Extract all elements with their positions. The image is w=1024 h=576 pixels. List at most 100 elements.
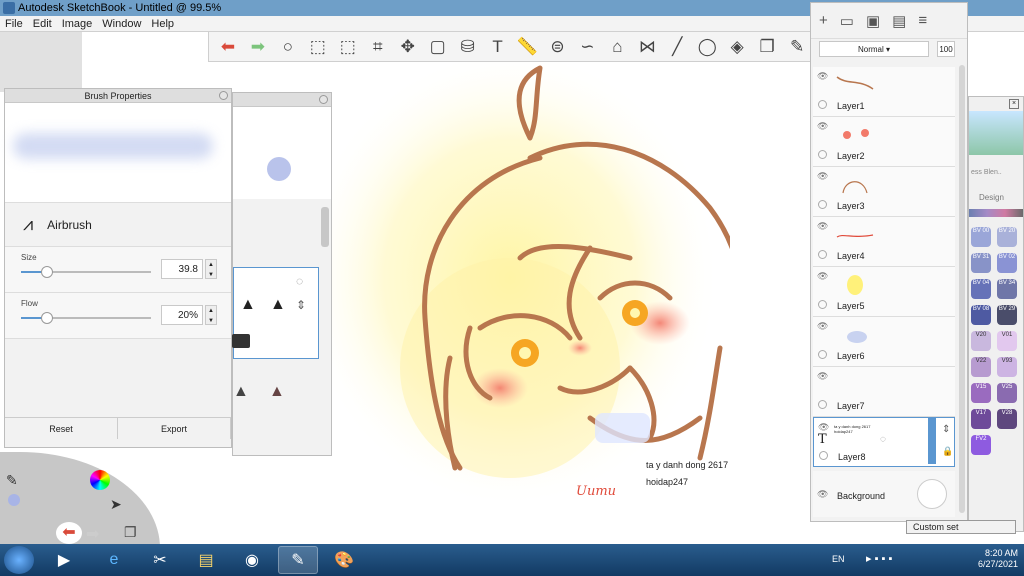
undo-icon[interactable]: ⬅ <box>56 522 82 544</box>
copic-swatch[interactable]: BV 31 <box>971 253 991 273</box>
copic-swatch[interactable]: V15 <box>971 383 991 403</box>
select-tool-icon[interactable]: ➤ <box>110 496 122 513</box>
layer-item[interactable]: 👁 Layer2 <box>813 117 955 167</box>
close-icon[interactable]: × <box>1009 99 1019 109</box>
add-layer-icon[interactable]: + <box>819 12 828 29</box>
circle-icon[interactable]: ◯ <box>694 34 720 60</box>
copic-swatch[interactable]: BV 04 <box>971 279 991 299</box>
chrome-icon[interactable]: ◉ <box>232 546 272 574</box>
copic-swatch[interactable]: BV 29 <box>997 305 1017 325</box>
size-slider-knob[interactable] <box>41 266 53 278</box>
distort-icon[interactable]: ▢ <box>425 34 451 60</box>
size-stepper[interactable]: ▲ ▼ <box>205 259 217 279</box>
size-slider[interactable] <box>21 266 151 278</box>
eye-icon[interactable]: 👁 <box>817 121 828 132</box>
sort-icon[interactable]: ⇕ <box>296 298 306 312</box>
zoom-icon[interactable]: ○ <box>275 34 301 60</box>
french-curve-icon[interactable]: ∽ <box>574 34 600 60</box>
crop-icon[interactable]: ⌗ <box>365 34 391 60</box>
flow-slider[interactable] <box>21 312 151 324</box>
flow-field[interactable]: 20% <box>161 305 203 325</box>
start-button[interactable] <box>4 546 34 574</box>
copic-swatch[interactable]: V25 <box>997 383 1017 403</box>
add-group-icon[interactable]: ▭ <box>840 12 854 30</box>
symmetry-icon[interactable]: ⋈ <box>634 34 660 60</box>
eye-icon[interactable]: 👁 <box>817 221 828 232</box>
layer-item[interactable]: 👁 Layer6 <box>813 317 955 367</box>
custom-set-button[interactable]: Custom set <box>906 520 1016 534</box>
eye-icon[interactable]: 👁 <box>817 271 828 282</box>
move-icon[interactable]: ⇕ <box>942 424 950 435</box>
close-icon[interactable] <box>319 95 328 104</box>
copic-swatch[interactable]: V93 <box>997 357 1017 377</box>
undo-icon[interactable]: ⬅ <box>215 34 241 60</box>
flow-stepper[interactable]: ▲ ▼ <box>205 305 217 325</box>
scrollbar[interactable] <box>321 207 329 247</box>
redo-icon[interactable]: ➡ <box>86 524 99 544</box>
layer-radio[interactable] <box>818 400 827 409</box>
transform-icon[interactable]: ✥ <box>395 34 421 60</box>
ruler-icon[interactable]: 📏 <box>515 34 541 60</box>
menu-window[interactable]: Window <box>97 18 146 30</box>
fill-bucket-icon[interactable]: ⛁ <box>455 34 481 60</box>
layer-radio[interactable] <box>818 100 827 109</box>
line-icon[interactable]: ╱ <box>664 34 690 60</box>
copic-swatch[interactable]: V28 <box>997 409 1017 429</box>
copic-swatch[interactable]: V17 <box>971 409 991 429</box>
brush-set-selected[interactable]: ▲ ▲ ◌ ⇕ <box>232 267 319 359</box>
perspective-icon[interactable]: ⌂ <box>604 34 630 60</box>
eye-icon[interactable]: 👁 <box>817 171 828 182</box>
redo-icon[interactable]: ➡ <box>245 34 271 60</box>
menu-icon[interactable]: ≡ <box>918 12 927 29</box>
layer-radio[interactable] <box>818 350 827 359</box>
close-icon[interactable] <box>219 91 228 100</box>
brush-icon[interactable]: ✎ <box>784 34 810 60</box>
color-strip[interactable] <box>969 209 1023 217</box>
eye-icon[interactable]: 👁 <box>817 489 828 500</box>
copic-swatch[interactable]: BV 08 <box>971 305 991 325</box>
copic-swatch[interactable]: V22 <box>971 357 991 377</box>
eye-icon[interactable]: 👁 <box>817 71 828 82</box>
eye-icon[interactable]: 👁 <box>817 371 828 382</box>
layer-radio[interactable] <box>818 200 827 209</box>
layer-item[interactable]: 👁 Layer4 <box>813 217 955 267</box>
brush-tool-icon[interactable]: ▲ <box>233 383 249 401</box>
layer-item[interactable]: 👁 Layer3 <box>813 167 955 217</box>
menu-help[interactable]: Help <box>146 18 179 30</box>
ellipse-guide-icon[interactable]: ⊜ <box>544 34 570 60</box>
color-swatch[interactable] <box>8 494 20 506</box>
layers-icon[interactable]: ❐ <box>124 524 137 541</box>
copic-swatch[interactable]: BV 00 <box>971 227 991 247</box>
menu-file[interactable]: File <box>0 18 28 30</box>
scrollbar[interactable] <box>959 65 965 513</box>
lasso-select-icon[interactable]: ⬚ <box>335 34 361 60</box>
sketchbook-icon[interactable]: ✎ <box>278 546 318 574</box>
color-wheel-icon[interactable] <box>90 470 110 490</box>
add-image-icon[interactable]: ▣ <box>866 12 880 30</box>
snipping-tool-icon[interactable]: ✂ <box>140 546 180 574</box>
select-icon[interactable]: ⬚ <box>305 34 331 60</box>
file-explorer-icon[interactable]: ▤ <box>186 546 226 574</box>
layer-radio[interactable] <box>818 300 827 309</box>
language-indicator[interactable]: EN <box>832 554 845 564</box>
brush-tool-icon[interactable]: ▲ <box>269 383 285 401</box>
copic-swatch[interactable]: BV 02 <box>997 253 1017 273</box>
pen-brush-icon[interactable]: ▲ <box>240 296 256 314</box>
blend-mode-dropdown[interactable]: Normal ▾ <box>819 41 929 57</box>
shapes-icon[interactable]: ◈ <box>724 34 750 60</box>
layer-item[interactable]: 👁 Layer1 <box>813 67 955 117</box>
opacity-field[interactable]: 100 <box>937 41 955 57</box>
text-icon[interactable]: T <box>485 34 511 60</box>
marker-brush-icon[interactable] <box>232 334 250 348</box>
background-layer[interactable]: 👁 Background <box>813 471 955 517</box>
layer-item[interactable]: 👁 Layer5 <box>813 267 955 317</box>
copic-swatch[interactable]: BV 20 <box>997 227 1017 247</box>
layer-radio[interactable] <box>819 451 828 460</box>
reset-button[interactable]: Reset <box>5 418 118 439</box>
opacity-bar[interactable] <box>928 418 936 464</box>
size-field[interactable]: 39.8 <box>161 259 203 279</box>
flow-slider-knob[interactable] <box>41 312 53 324</box>
tray-icons[interactable]: ▸ ▪ ▪ ▪ <box>866 552 892 565</box>
layer-item[interactable]: 👁 Layer7 <box>813 367 955 417</box>
layer-item-selected[interactable]: 👁 T ta y danh dong 2617 hoidap247 ◌ Layer… <box>813 417 955 467</box>
